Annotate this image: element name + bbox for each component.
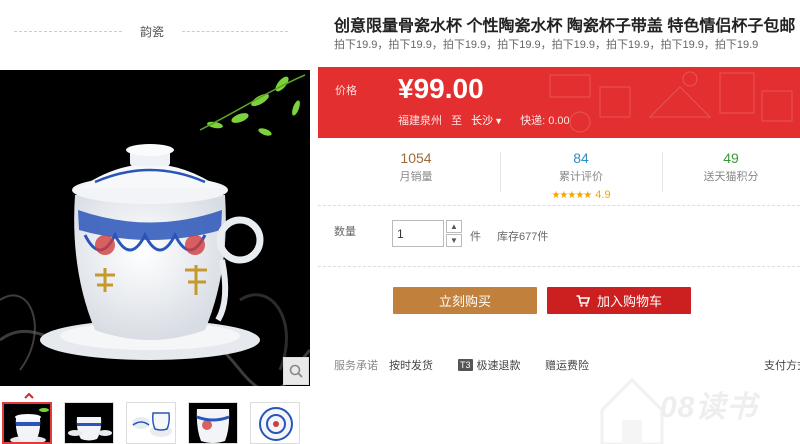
thumbnail-image	[4, 404, 50, 442]
zoom-icon	[289, 364, 303, 378]
quantity-label: 数量	[334, 226, 356, 238]
buy-now-label: 立刻购买	[438, 294, 491, 309]
stat-monthly-sales: 1054 月销量	[318, 146, 514, 198]
main-product-image[interactable]	[0, 70, 310, 386]
thumbnail-item[interactable]	[2, 402, 52, 444]
divider	[318, 266, 800, 267]
quantity-unit: 件	[470, 231, 481, 243]
reviews-value: 84	[573, 150, 589, 166]
stat-reviews[interactable]: 84 累计评价 ★★★★★ 4.9	[500, 146, 662, 201]
thumbnail-image	[65, 403, 113, 443]
teacup-illustration	[0, 70, 310, 386]
service-item[interactable]: 按时发货	[389, 357, 433, 373]
thumbnail-item[interactable]	[188, 402, 238, 444]
service-item: 极速退款	[476, 360, 521, 372]
divider	[14, 31, 122, 32]
product-subtitle: 拍下19.9，拍下19.9，拍下19.9，拍下19.9，拍下19.9，拍下19.…	[334, 39, 759, 51]
stat-points: 49 送天猫积分	[662, 146, 800, 198]
sales-stats: 1054 月销量 84 累计评价 ★★★★★ 4.9 49 送天猫积分	[318, 146, 800, 201]
cart-icon	[576, 294, 590, 307]
thumbnail-image	[251, 403, 299, 443]
ship-origin: 福建泉州	[398, 115, 442, 127]
divider	[182, 31, 288, 32]
stock-count: 库存677件	[497, 231, 549, 243]
ship-to: 至	[451, 115, 463, 127]
store-header: 韵瓷	[0, 0, 310, 66]
thumbnail-item[interactable]	[250, 402, 300, 444]
thumbnail-item[interactable]	[64, 402, 114, 444]
points-value: 49	[723, 150, 739, 166]
product-title: 创意限量骨瓷水杯 个性陶瓷水杯 陶瓷杯子带盖 特色情侣杯子包邮	[334, 18, 796, 35]
zoom-button[interactable]	[283, 357, 309, 385]
quantity-increase-button[interactable]: ▲	[446, 220, 462, 233]
store-name[interactable]: 韵瓷	[126, 23, 178, 40]
quantity-stepper: ▲ ▼	[446, 220, 462, 247]
price-value: ¥99.00	[398, 73, 484, 104]
product-page: 韵瓷 创意限量骨瓷水杯 个性陶瓷水杯 陶瓷杯子带盖 特色情侣杯子包邮 拍下19.…	[0, 0, 800, 444]
quantity-decrease-button[interactable]: ▼	[446, 234, 462, 247]
reviews-label: 累计评价	[559, 171, 603, 183]
shipping-info: 福建泉州 至 长沙▼ 快递: 0.00	[398, 112, 576, 128]
express-fee: 快递: 0.00	[520, 115, 570, 127]
arrow-up-icon	[24, 392, 34, 399]
star-rating-icon: ★★★★★	[551, 190, 592, 201]
quantity-input[interactable]	[392, 220, 444, 247]
service-item[interactable]: 赠运费险	[545, 357, 589, 373]
add-to-cart-button[interactable]: 加入购物车	[547, 287, 691, 314]
ship-destination-select[interactable]: 长沙▼	[471, 115, 511, 127]
watermark-text: 08读书	[660, 391, 758, 424]
divider	[318, 205, 800, 206]
thumbnail-scroll-up[interactable]	[22, 388, 36, 399]
ship-destination: 长沙	[471, 115, 494, 127]
service-item-refund[interactable]: T3 极速退款	[458, 357, 521, 373]
points-label: 送天猫积分	[703, 171, 759, 183]
t3-badge: T3	[458, 359, 473, 371]
price-label: 价格	[335, 85, 357, 97]
decorative-pattern	[549, 71, 793, 133]
thumbnail-strip	[0, 402, 310, 444]
monthly-sales-label: 月销量	[399, 171, 433, 183]
thumbnail-image	[189, 403, 237, 443]
price-panel: 价格 ¥99.00 福建泉州 至 长沙▼ 快递: 0.00	[318, 67, 800, 138]
thumbnail-image	[127, 403, 175, 443]
chevron-down-icon: ▼	[494, 116, 504, 126]
add-to-cart-label: 加入购物车	[596, 294, 662, 309]
monthly-sales-value: 1054	[400, 150, 432, 166]
rating-row: ★★★★★ 4.9	[500, 185, 662, 203]
service-label: 服务承诺	[334, 360, 378, 372]
thumbnail-item[interactable]	[126, 402, 176, 444]
buy-now-button[interactable]: 立刻购买	[393, 287, 537, 314]
rating-score: 4.9	[595, 189, 611, 201]
